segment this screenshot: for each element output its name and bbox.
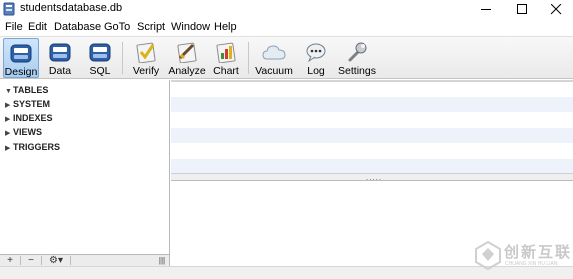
table-row[interactable]	[171, 112, 573, 127]
splitter-grip-icon: .....	[366, 173, 383, 182]
menu-file[interactable]: File	[5, 21, 23, 33]
tree-item-tables[interactable]: ▼TABLES	[5, 85, 48, 95]
analyze-button[interactable]: Analyze	[168, 38, 206, 78]
divider	[41, 256, 42, 265]
window-title: studentsdatabase.db	[20, 2, 123, 14]
menu-database[interactable]: Database	[54, 21, 101, 33]
divider	[20, 256, 21, 265]
tree-item-indexes[interactable]: ▶ INDEXES	[5, 113, 53, 123]
toolbar-separator	[248, 42, 249, 74]
close-button[interactable]	[540, 0, 573, 19]
tree-item-label: SYSTEM	[13, 99, 51, 109]
chart-button[interactable]: Chart	[210, 38, 242, 78]
tree-item-label: INDEXES	[13, 113, 53, 123]
analyze-label: Analyze	[168, 65, 206, 77]
expand-right-arrow-icon: ▶	[5, 130, 11, 137]
watermark: 创新互联 CHUANG XIN HU LIAN	[474, 240, 572, 276]
toolbar-separator	[122, 42, 123, 74]
maximize-button[interactable]	[506, 0, 540, 19]
sql-db-icon	[89, 43, 111, 62]
remove-button[interactable]: −	[24, 255, 38, 266]
speech-bubble-icon	[306, 43, 326, 63]
tree-item-label: TABLES	[13, 85, 49, 95]
maximize-icon	[517, 4, 527, 14]
expand-right-arrow-icon: ▶	[5, 145, 11, 152]
object-tree: ▼TABLES ▶ SYSTEM ▶ INDEXES ▶ VIEWS ▶ TRIGGER…	[0, 80, 170, 254]
menu-script[interactable]: Script	[137, 21, 165, 33]
table-row[interactable]	[171, 143, 573, 158]
log-label: Log	[307, 65, 325, 77]
table-row[interactable]	[171, 82, 573, 97]
divider	[70, 256, 71, 265]
tree-footer-bar: + − ⚙▾ |||	[0, 254, 170, 266]
verify-button[interactable]: Verify	[130, 38, 162, 78]
design-db-icon	[10, 44, 32, 63]
gear-menu-button[interactable]: ⚙▾	[45, 255, 67, 266]
title-bar: studentsdatabase.db	[0, 0, 573, 19]
app-icon	[3, 2, 15, 16]
expand-right-arrow-icon: ▶	[5, 102, 11, 109]
watermark-en-text: CHUANG XIN HU LIAN	[505, 261, 558, 267]
vacuum-label: Vacuum	[255, 65, 293, 77]
sql-label: SQL	[89, 65, 111, 77]
minimize-button[interactable]	[470, 0, 504, 19]
resize-grip-icon[interactable]: |||	[156, 255, 168, 266]
data-db-icon	[49, 43, 71, 62]
cloud-icon	[262, 45, 286, 60]
menu-goto[interactable]: GoTo	[104, 21, 130, 33]
sql-button[interactable]: SQL	[84, 38, 116, 78]
settings-button[interactable]: Settings	[338, 38, 376, 78]
menu-help[interactable]: Help	[214, 21, 237, 33]
menu-window[interactable]: Window	[171, 21, 210, 33]
menu-edit[interactable]: Edit	[28, 21, 47, 33]
vacuum-button[interactable]: Vacuum	[255, 38, 293, 78]
menu-bar: File Edit Database GoTo Script Window He…	[0, 19, 573, 36]
chart-icon	[216, 42, 236, 63]
pane-splitter[interactable]: .....	[171, 173, 573, 182]
watermark-cn-text: 创新互联	[504, 244, 573, 261]
watermark-logo-icon	[475, 240, 501, 270]
design-button[interactable]: Design	[3, 38, 39, 78]
wrench-icon	[348, 42, 367, 62]
close-icon	[551, 4, 562, 15]
tree-item-label: TRIGGERS	[13, 142, 61, 152]
tree-item-label: VIEWS	[13, 127, 43, 137]
analyze-icon	[177, 42, 197, 63]
tree-item-system[interactable]: ▶ SYSTEM	[5, 99, 50, 109]
table-row[interactable]	[171, 97, 573, 112]
verify-label: Verify	[132, 65, 160, 77]
table-row[interactable]	[171, 128, 573, 143]
chart-label: Chart	[213, 65, 239, 77]
log-button[interactable]: Log	[300, 38, 332, 78]
data-label: Data	[48, 65, 72, 77]
expand-right-arrow-icon: ▶	[5, 116, 11, 123]
data-button[interactable]: Data	[44, 38, 76, 78]
expand-down-arrow-icon: ▼	[5, 88, 12, 95]
tree-item-views[interactable]: ▶ VIEWS	[5, 127, 42, 137]
verify-icon	[136, 42, 156, 63]
minimize-icon	[481, 9, 491, 10]
tree-item-triggers[interactable]: ▶ TRIGGERS	[5, 142, 60, 152]
table-row[interactable]	[171, 159, 573, 173]
design-label: Design	[4, 66, 38, 78]
add-button[interactable]: +	[3, 255, 17, 266]
settings-label: Settings	[338, 65, 376, 77]
toolbar: Design Data SQL Verify Analyze Chart Vac…	[0, 36, 573, 79]
